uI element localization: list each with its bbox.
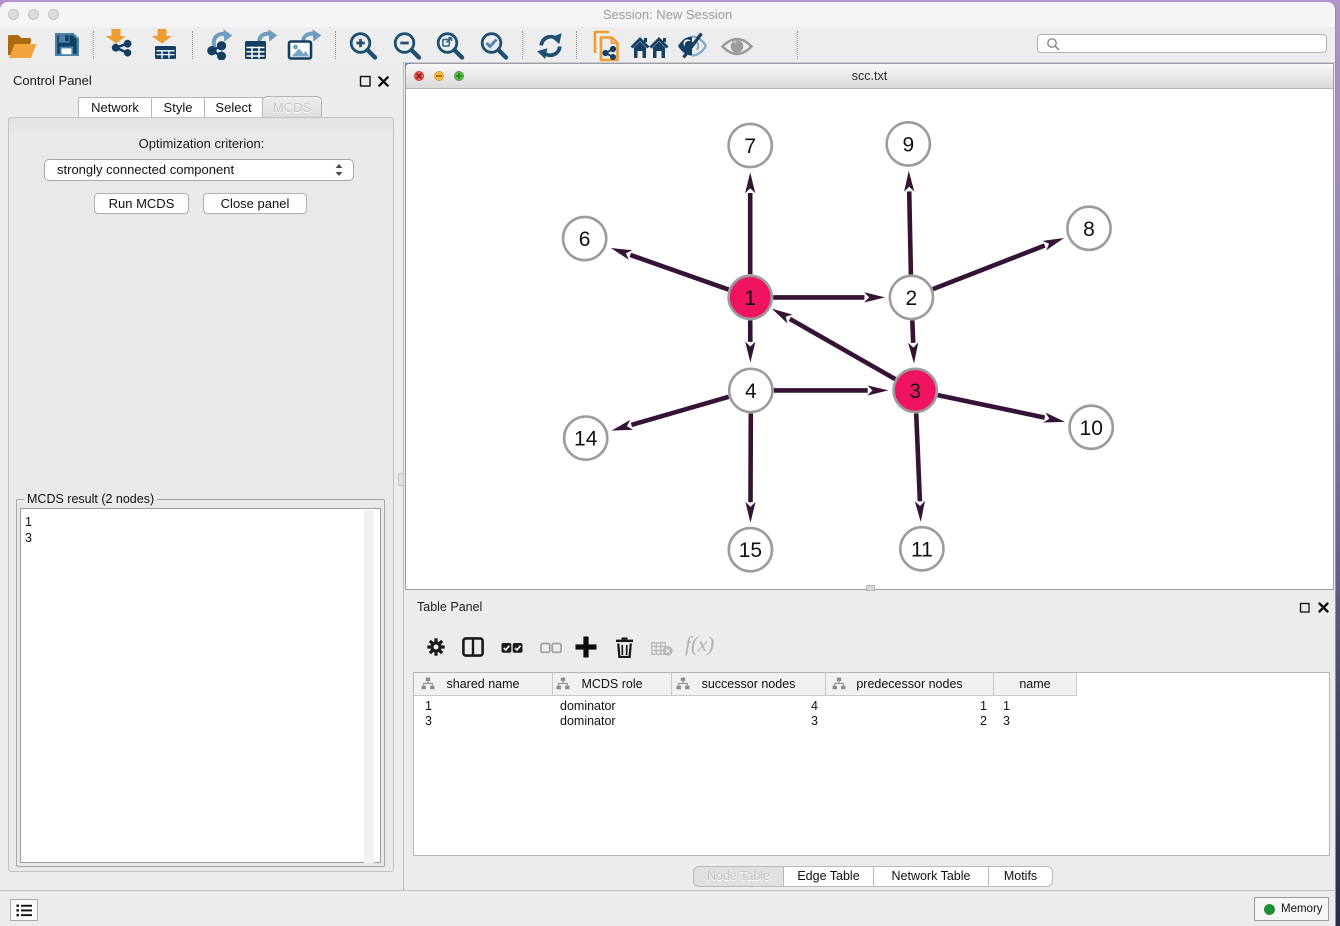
- svg-text:6: 6: [579, 228, 591, 251]
- svg-text:1: 1: [744, 287, 756, 310]
- svg-text:9: 9: [902, 133, 914, 156]
- svg-text:15: 15: [739, 539, 762, 562]
- svg-text:7: 7: [744, 135, 756, 158]
- svg-text:2: 2: [906, 287, 918, 310]
- svg-text:10: 10: [1080, 417, 1103, 440]
- svg-text:11: 11: [911, 538, 933, 561]
- svg-text:8: 8: [1083, 218, 1095, 241]
- svg-text:4: 4: [745, 380, 757, 403]
- svg-text:14: 14: [574, 428, 598, 451]
- svg-text:3: 3: [909, 380, 921, 403]
